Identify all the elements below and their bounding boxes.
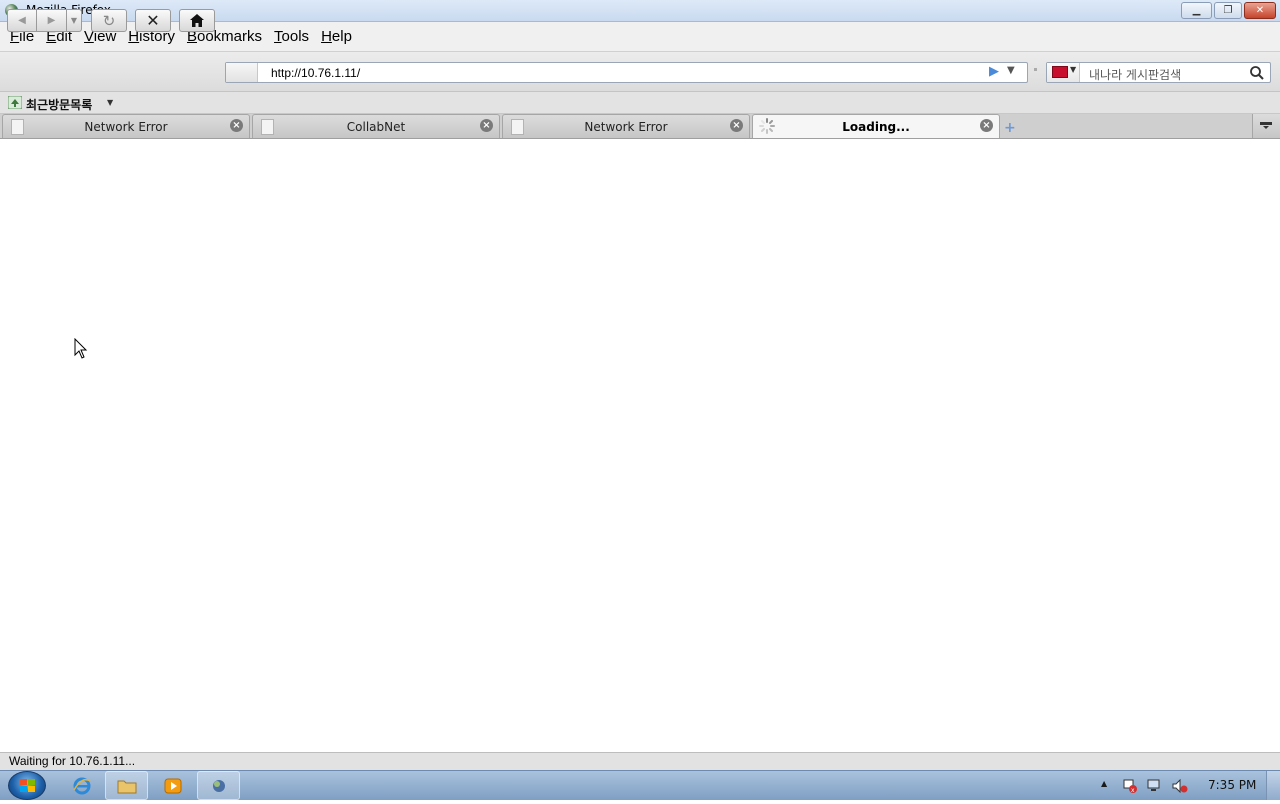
live-bookmark-icon [7, 95, 23, 110]
tab-loading[interactable]: Loading... × [752, 114, 1000, 138]
reload-button[interactable]: ↻ [91, 9, 127, 32]
media-player-icon [164, 778, 181, 793]
action-center-flag-icon[interactable]: x [1122, 779, 1138, 794]
chevron-down-icon: ▼ [70, 16, 78, 25]
chevron-down-icon[interactable]: ▼ [107, 98, 113, 107]
taskbar-internet-explorer[interactable] [60, 771, 103, 800]
page-icon [11, 119, 24, 135]
tab-label: CollabNet [346, 120, 406, 134]
forward-arrow-icon: ▶ [47, 15, 56, 26]
loading-spinner-icon [759, 118, 775, 134]
status-text: Waiting for 10.76.1.11... [9, 754, 136, 768]
forward-button[interactable]: ▶ [36, 9, 67, 32]
back-arrow-icon: ◀ [18, 15, 26, 26]
tab-close-icon[interactable]: × [980, 119, 993, 132]
bookmark-folder-recent[interactable]: 최근방문목록 [26, 96, 92, 113]
volume-muted-icon[interactable] [1172, 778, 1188, 794]
toolbar-separator [1034, 68, 1037, 71]
menu-help[interactable]: Help [315, 28, 358, 45]
status-bar [0, 752, 1280, 770]
minimize-button[interactable]: ▁ [1181, 2, 1212, 19]
tab-close-icon[interactable]: × [230, 119, 243, 132]
menu-tools[interactable]: Tools [268, 28, 315, 45]
system-clock[interactable]: 7:35 PM [1208, 778, 1256, 792]
folder-icon [117, 780, 136, 793]
show-desktop-button[interactable] [1266, 771, 1280, 800]
start-button[interactable] [8, 771, 46, 800]
tab-network-error-2[interactable]: Network Error × [502, 114, 750, 138]
url-text[interactable]: http://10.76.1.11/ [271, 66, 360, 80]
windows-logo-icon [20, 779, 35, 792]
taskbar-media-player[interactable] [151, 771, 194, 800]
page-icon [511, 119, 524, 135]
search-icon[interactable] [1249, 65, 1265, 81]
search-engine-logo-icon [1052, 66, 1068, 78]
tab-label: Network Error [584, 120, 668, 134]
list-all-tabs-button[interactable] [1252, 114, 1280, 138]
home-icon [190, 14, 204, 27]
firefox-icon [212, 779, 225, 792]
close-window-button[interactable]: ✕ [1244, 2, 1276, 19]
network-icon[interactable] [1147, 779, 1163, 793]
history-dropdown-button[interactable]: ▼ [66, 9, 82, 32]
search-input[interactable]: 내나라 게시판검색 [1089, 66, 1181, 83]
mouse-cursor-icon [74, 337, 90, 360]
close-icon: ✕ [1255, 5, 1265, 16]
url-history-dropdown-icon[interactable]: ▼ [1007, 65, 1019, 79]
page-content-area[interactable] [0, 139, 1280, 752]
page-icon [261, 119, 274, 135]
go-arrow-icon[interactable]: ▶ [989, 64, 1003, 80]
stop-button[interactable]: ✕ [135, 9, 171, 32]
bookmarks-toolbar [0, 92, 1280, 114]
maximize-button[interactable]: ❐ [1214, 2, 1242, 19]
internet-explorer-icon [72, 777, 90, 794]
engine-dropdown-icon[interactable]: ▼ [1070, 65, 1076, 74]
stop-icon: ✕ [146, 11, 160, 30]
new-tab-plus-icon[interactable]: + [1004, 120, 1016, 136]
tab-network-error-1[interactable]: Network Error × [2, 114, 250, 138]
minimize-icon: ▁ [1192, 5, 1201, 16]
svg-text:x: x [1131, 787, 1135, 793]
tab-close-icon[interactable]: × [730, 119, 743, 132]
tab-close-icon[interactable]: × [480, 119, 493, 132]
home-button[interactable] [179, 9, 215, 32]
site-identity-button[interactable] [226, 63, 258, 82]
taskbar-explorer[interactable] [105, 771, 148, 800]
back-button[interactable]: ◀ [7, 9, 37, 32]
tab-list-icon [1260, 122, 1272, 129]
show-hidden-icons-icon[interactable]: ▲ [1101, 779, 1107, 788]
reload-icon: ↻ [102, 11, 116, 30]
taskbar-firefox[interactable] [197, 771, 240, 800]
tab-collabnet[interactable]: CollabNet × [252, 114, 500, 138]
restore-icon: ❐ [1223, 5, 1233, 16]
tab-label: Network Error [84, 120, 168, 134]
tab-label: Loading... [842, 120, 910, 134]
